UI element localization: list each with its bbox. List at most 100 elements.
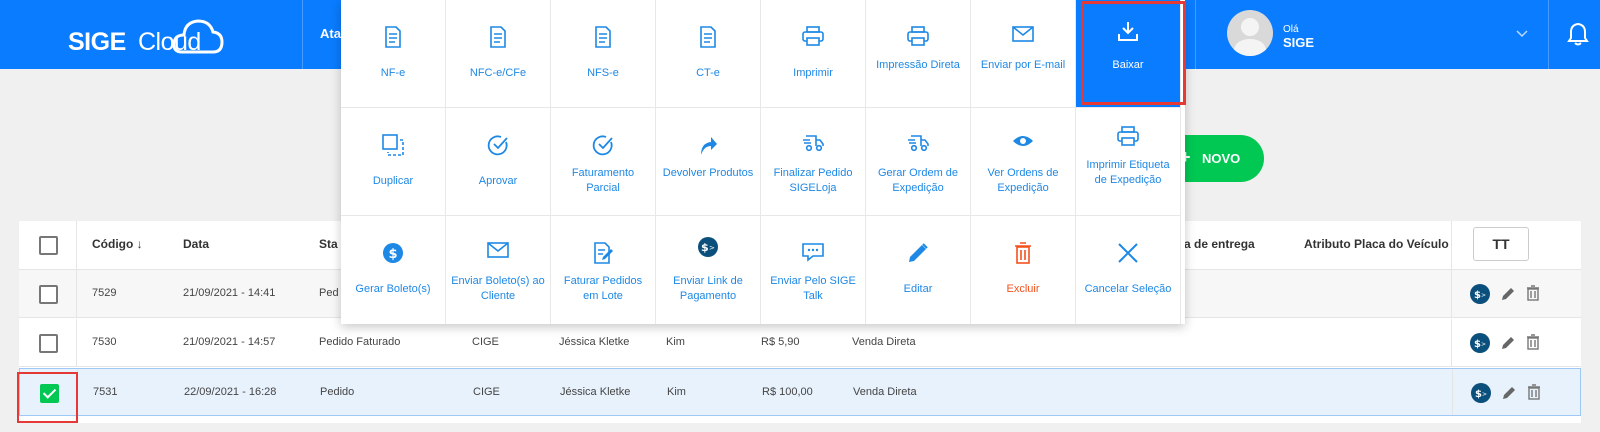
menu-item-label: Ver Ordens de Expedição <box>987 167 1059 194</box>
menu-item-batch-billing[interactable]: Faturar Pedidos em Lote <box>551 216 656 324</box>
row-seller: Jéssica Kletke <box>559 336 630 348</box>
menu-item-label: Aprovar <box>478 175 518 187</box>
row-value: R$ 5,90 <box>761 336 800 348</box>
menu-item-print[interactable]: Imprimir <box>761 0 866 108</box>
table-row-selected[interactable]: 7531 22/09/2021 - 16:28 Pedido CIGE Jéss… <box>19 368 1581 416</box>
menu-item-duplicate[interactable]: Duplicar <box>341 108 446 216</box>
menu-item-delete[interactable]: Excluir <box>971 216 1076 324</box>
envelope-icon <box>971 26 1075 50</box>
menu-item-label: CT-e <box>696 67 720 79</box>
menu-item-direct-print[interactable]: Impressão Direta <box>866 0 971 108</box>
cloud-icon <box>172 19 224 54</box>
menu-item-edit[interactable]: Editar <box>866 216 971 324</box>
row-company: CIGE <box>473 386 500 398</box>
menu-item-label: NF-e <box>380 67 406 79</box>
download-highlight <box>1081 1 1186 105</box>
menu-item-nfe[interactable]: NF-e <box>341 0 446 108</box>
header-divider <box>302 0 303 69</box>
row-checkbox[interactable] <box>39 334 58 353</box>
col-header-date[interactable]: Data <box>183 237 209 251</box>
select-all-checkbox[interactable] <box>39 236 58 255</box>
duplicate-icon <box>341 134 445 158</box>
avatar <box>1227 10 1273 56</box>
menu-item-print-shipping-label[interactable]: Imprimir Etiqueta de Expedição <box>1076 108 1181 216</box>
row-status: Pedido Faturado <box>319 336 401 348</box>
table-row[interactable]: 7530 21/09/2021 - 14:57 Pedido Faturado … <box>19 319 1581 367</box>
menu-item-send-boletos[interactable]: Enviar Boleto(s) ao Cliente <box>446 216 551 324</box>
return-arrow-icon <box>656 134 760 158</box>
menu-item-label: Faturar Pedidos em Lote <box>563 275 643 302</box>
header-divider <box>1195 0 1196 69</box>
menu-item-create-shipping-order[interactable]: Gerar Ordem de Expedição <box>866 108 971 216</box>
payment-link-icon[interactable]: $ > <box>1471 383 1491 408</box>
menu-item-cte[interactable]: CT-e <box>656 0 761 108</box>
payment-link-icon[interactable]: $ > <box>1470 284 1490 309</box>
menu-item-send-payment-link[interactable]: $ > Enviar Link de Pagamento <box>656 216 761 324</box>
close-icon <box>1076 242 1180 266</box>
check-circle-icon <box>551 134 655 158</box>
row-company: CIGE <box>472 336 499 348</box>
eye-icon <box>971 134 1075 158</box>
menu-item-generate-boletos[interactable]: $ Gerar Boleto(s) <box>341 216 446 324</box>
row-seller: Jéssica Kletke <box>560 386 631 398</box>
trash-icon[interactable] <box>1526 285 1540 306</box>
actions-header-cell: TT <box>1451 221 1581 269</box>
menu-item-send-email[interactable]: Enviar por E-mail <box>971 0 1076 108</box>
columns-button[interactable]: TT <box>1473 227 1529 261</box>
menu-item-label: Enviar Boleto(s) ao Cliente <box>451 275 545 302</box>
menu-item-label: Duplicar <box>372 175 414 187</box>
menu-item-partial-billing[interactable]: Faturamento Parcial <box>551 108 656 216</box>
menu-item-finish-sigeloja[interactable]: Finalizar Pedido SIGELoja <box>761 108 866 216</box>
payment-link-icon[interactable]: $ > <box>1470 333 1490 358</box>
row-checkbox[interactable] <box>39 285 58 304</box>
col-header-code[interactable]: Código ↓ <box>92 237 143 251</box>
col-header-delivery[interactable]: a de entrega <box>1184 237 1255 251</box>
printer-icon <box>866 26 970 50</box>
row-date: 21/09/2021 - 14:41 <box>183 287 276 299</box>
row-code: 7531 <box>93 386 118 398</box>
nav-item-partial[interactable]: Ata <box>320 26 341 41</box>
menu-item-label: Editar <box>903 283 933 295</box>
svg-text:>: > <box>1481 341 1486 348</box>
row-status: Pedido <box>320 386 355 398</box>
document-icon <box>446 26 550 50</box>
pencil-icon[interactable] <box>1500 286 1516 307</box>
bell-icon[interactable] <box>1567 22 1589 46</box>
menu-item-return-products[interactable]: Devolver Produtos <box>656 108 761 216</box>
menu-item-label: NFS-e <box>587 67 619 79</box>
menu-item-approve[interactable]: Aprovar <box>446 108 551 216</box>
menu-item-send-sige-talk[interactable]: Enviar Pelo SIGE Talk <box>761 216 866 324</box>
document-icon <box>341 26 445 50</box>
col-header-status[interactable]: Sta <box>319 237 338 251</box>
chevron-down-icon[interactable] <box>1516 30 1528 38</box>
menu-item-nfse[interactable]: NFS-e <box>551 0 656 108</box>
sigecloud-logo[interactable]: SIGE Cloud <box>68 16 228 58</box>
trash-icon[interactable] <box>1527 384 1541 405</box>
menu-item-label: Gerar Ordem de Expedição <box>877 167 959 194</box>
trash-icon[interactable] <box>1526 334 1540 355</box>
envelope-icon <box>446 242 550 266</box>
menu-item-label: Impressão Direta <box>876 59 960 71</box>
svg-text:>: > <box>709 244 715 252</box>
row-client: Kim <box>666 336 685 348</box>
pencil-icon <box>866 242 970 266</box>
chat-icon <box>761 242 865 266</box>
truck-icon <box>866 134 970 158</box>
menu-item-cancel-selection[interactable]: Cancelar Seleção <box>1076 216 1181 324</box>
row-select-cell <box>19 270 77 317</box>
svg-text:$: $ <box>1474 339 1481 350</box>
pencil-icon[interactable] <box>1500 335 1516 356</box>
payment-link-icon: $ > <box>656 236 760 260</box>
batch-edit-icon <box>551 242 655 266</box>
menu-item-view-shipping-orders[interactable]: Ver Ordens de Expedição <box>971 108 1076 216</box>
row-type: Venda Direta <box>852 336 916 348</box>
menu-item-label: Excluir <box>1006 283 1040 295</box>
svg-text:$: $ <box>389 247 398 262</box>
row-value: R$ 100,00 <box>762 386 813 398</box>
col-header-plate[interactable]: Atributo Placa do Veículo <box>1304 237 1449 251</box>
menu-item-label: Finalizar Pedido SIGELoja <box>773 167 853 194</box>
menu-item-nfce-cfe[interactable]: NFC-e/CFe <box>446 0 551 108</box>
user-name: SIGE <box>1283 35 1315 50</box>
row-actions-cell: $ > <box>1451 319 1581 366</box>
pencil-icon[interactable] <box>1501 385 1517 406</box>
